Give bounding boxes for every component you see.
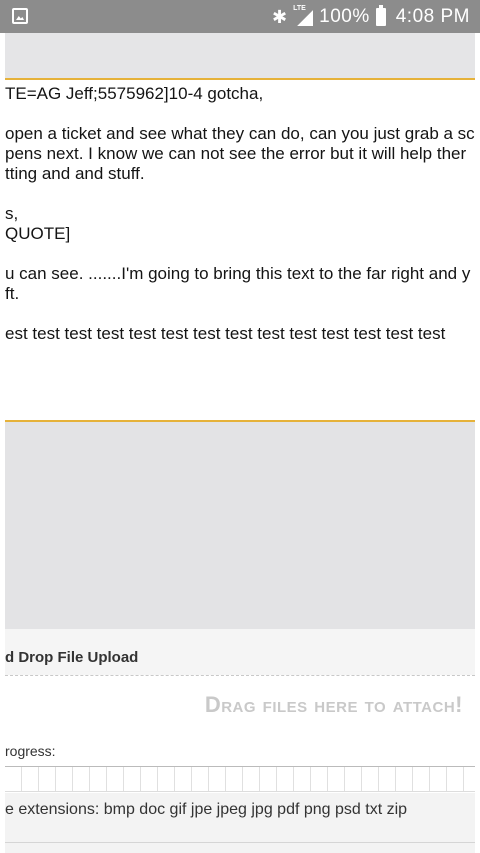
editor-line: open a ticket and see what they can do, … xyxy=(5,124,475,143)
network-type: LTE xyxy=(293,5,306,12)
editor-line: tting and and stuff. xyxy=(5,164,145,183)
upload-title: d Drop File Upload xyxy=(5,649,139,666)
blank-panel xyxy=(5,422,475,629)
editor-line: s, xyxy=(5,204,19,223)
editor-line: ft. xyxy=(5,284,20,303)
allowed-extensions: e extensions: bmp doc gif jpe jpeg jpg p… xyxy=(5,801,408,818)
image-notification-icon xyxy=(12,8,28,24)
progress-label: rogress: xyxy=(5,743,56,759)
battery-percent: 100% xyxy=(319,6,370,27)
drop-zone-text: Drag files here to attach! xyxy=(204,692,463,717)
editor-line: est test test test test test test test t… xyxy=(5,324,446,343)
editor-toolbar xyxy=(5,33,475,78)
status-bar: ✱ LTE 100% 4:08 PM xyxy=(0,0,480,33)
editor-line: TE=AG Jeff;5575962]10-4 gotcha, xyxy=(5,84,264,103)
message-editor[interactable]: TE=AG Jeff;5575962]10-4 gotcha, open a t… xyxy=(5,80,475,420)
allowed-extensions-section: e extensions: bmp doc gif jpe jpeg jpg p… xyxy=(5,793,475,853)
editor-line: u can see. .......I'm going to bring thi… xyxy=(5,264,471,283)
clock: 4:08 PM xyxy=(395,6,470,27)
battery-icon xyxy=(375,5,386,26)
status-icons: ✱ LTE 100% 4:08 PM xyxy=(272,5,470,29)
drop-zone[interactable]: Drag files here to attach! xyxy=(5,676,475,734)
editor-line: QUOTE] xyxy=(5,224,71,243)
upload-header: d Drop File Upload xyxy=(5,629,475,675)
editor-line: pens next. I know we can not see the err… xyxy=(5,144,467,163)
lte-signal-icon: LTE xyxy=(293,5,314,26)
upload-progress-section: rogress: xyxy=(5,734,475,792)
upload-progress-bar xyxy=(5,767,475,792)
bluetooth-icon: ✱ xyxy=(272,7,288,27)
